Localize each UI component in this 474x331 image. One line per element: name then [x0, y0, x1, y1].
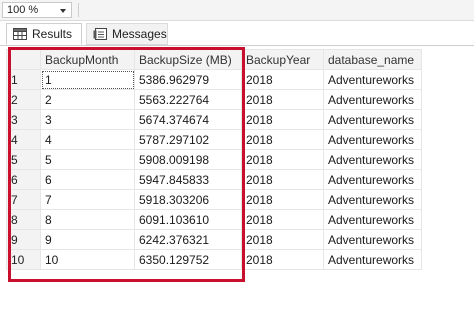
row-number[interactable]: 9 — [6, 229, 41, 250]
table-cell[interactable]: 2018 — [241, 69, 324, 90]
row-number[interactable]: 8 — [6, 209, 41, 230]
table-row[interactable]: 4 4 5787.297102 2018 Adventureworks — [6, 129, 422, 150]
table-cell[interactable]: Adventureworks — [323, 149, 422, 170]
tab-messages[interactable]: Messages — [86, 23, 168, 45]
table-cell[interactable]: 5 — [40, 149, 135, 170]
results-toolbar: 100 % — [0, 0, 474, 21]
table-cell[interactable]: Adventureworks — [323, 69, 422, 90]
table-cell[interactable]: Adventureworks — [323, 249, 422, 270]
header-row: BackupMonth BackupSize (MB) BackupYear d… — [6, 49, 422, 70]
table-row[interactable]: 5 5 5908.009198 2018 Adventureworks — [6, 149, 422, 170]
results-table: BackupMonth BackupSize (MB) BackupYear d… — [6, 49, 422, 270]
table-cell[interactable]: 2018 — [241, 249, 324, 270]
table-cell[interactable]: 1 — [40, 69, 135, 90]
table-cell[interactable]: 5947.845833 — [134, 169, 242, 190]
table-cell[interactable]: 6091.103610 — [134, 209, 242, 230]
table-cell[interactable]: 4 — [40, 129, 135, 150]
row-number-header[interactable] — [6, 49, 41, 70]
table-row[interactable]: 7 7 5918.303206 2018 Adventureworks — [6, 189, 422, 210]
row-number[interactable]: 10 — [6, 249, 41, 270]
row-number[interactable]: 1 — [6, 69, 41, 90]
table-cell[interactable]: Adventureworks — [323, 129, 422, 150]
zoom-value: 100 % — [7, 4, 39, 16]
table-cell[interactable]: 2018 — [241, 209, 324, 230]
table-cell[interactable]: 2 — [40, 89, 135, 110]
grid-icon — [13, 28, 27, 40]
table-cell[interactable]: 2018 — [241, 189, 324, 210]
table-row[interactable]: 3 3 5674.374674 2018 Adventureworks — [6, 109, 422, 130]
row-number[interactable]: 3 — [6, 109, 41, 130]
table-cell[interactable]: 2018 — [241, 129, 324, 150]
table-row[interactable]: 10 10 6350.129752 2018 Adventureworks — [6, 249, 422, 270]
table-cell[interactable]: 5386.962979 — [134, 69, 242, 90]
row-number[interactable]: 5 — [6, 149, 41, 170]
table-cell[interactable]: 5918.303206 — [134, 189, 242, 210]
column-header-backupyear[interactable]: BackupYear — [241, 49, 324, 70]
table-cell[interactable]: 2018 — [241, 109, 324, 130]
table-row[interactable]: 8 8 6091.103610 2018 Adventureworks — [6, 209, 422, 230]
table-cell[interactable]: 2018 — [241, 229, 324, 250]
table-cell[interactable]: 2018 — [241, 149, 324, 170]
table-cell[interactable]: Adventureworks — [323, 229, 422, 250]
table-cell[interactable]: 5787.297102 — [134, 129, 242, 150]
table-cell[interactable]: Adventureworks — [323, 189, 422, 210]
table-cell[interactable]: 3 — [40, 109, 135, 130]
row-number[interactable]: 2 — [6, 89, 41, 110]
zoom-dropdown[interactable]: 100 % — [2, 2, 72, 18]
row-number[interactable]: 4 — [6, 129, 41, 150]
table-cell[interactable]: Adventureworks — [323, 169, 422, 190]
table-cell[interactable]: 9 — [40, 229, 135, 250]
table-cell[interactable]: 8 — [40, 209, 135, 230]
table-cell[interactable]: 2018 — [241, 89, 324, 110]
grid-empty-area — [0, 286, 474, 331]
table-cell[interactable]: 6242.376321 — [134, 229, 242, 250]
row-number[interactable]: 7 — [6, 189, 41, 210]
table-row[interactable]: 2 2 5563.222764 2018 Adventureworks — [6, 89, 422, 110]
table-cell[interactable]: Adventureworks — [323, 109, 422, 130]
table-cell[interactable]: 5908.009198 — [134, 149, 242, 170]
chevron-down-icon — [60, 9, 66, 13]
table-cell[interactable]: Adventureworks — [323, 89, 422, 110]
table-cell[interactable]: 10 — [40, 249, 135, 270]
table-row[interactable]: 9 9 6242.376321 2018 Adventureworks — [6, 229, 422, 250]
tab-divider — [0, 45, 474, 46]
row-number[interactable]: 6 — [6, 169, 41, 190]
tab-results-label: Results — [32, 27, 73, 41]
result-tabs: Results Messages — [0, 22, 474, 46]
table-row[interactable]: 1 1 5386.962979 2018 Adventureworks — [6, 69, 422, 90]
table-cell[interactable]: Adventureworks — [323, 209, 422, 230]
column-header-backupsize[interactable]: BackupSize (MB) — [134, 49, 242, 70]
table-cell[interactable]: 2018 — [241, 169, 324, 190]
tab-messages-label: Messages — [112, 27, 167, 41]
grid-body: 1 1 5386.962979 2018 Adventureworks 2 2 5563.22… — [6, 69, 422, 270]
column-header-database-name[interactable]: database_name — [323, 49, 422, 70]
table-row[interactable]: 6 6 5947.845833 2018 Adventureworks — [6, 169, 422, 190]
messages-icon — [93, 28, 107, 40]
table-cell[interactable]: 5563.222764 — [134, 89, 242, 110]
table-cell[interactable]: 6350.129752 — [134, 249, 242, 270]
column-header-backupmonth[interactable]: BackupMonth — [40, 49, 135, 70]
table-cell[interactable]: 5674.374674 — [134, 109, 242, 130]
toolbar-divider — [78, 3, 79, 17]
table-cell[interactable]: 6 — [40, 169, 135, 190]
table-cell[interactable]: 7 — [40, 189, 135, 210]
tab-results[interactable]: Results — [6, 23, 82, 45]
